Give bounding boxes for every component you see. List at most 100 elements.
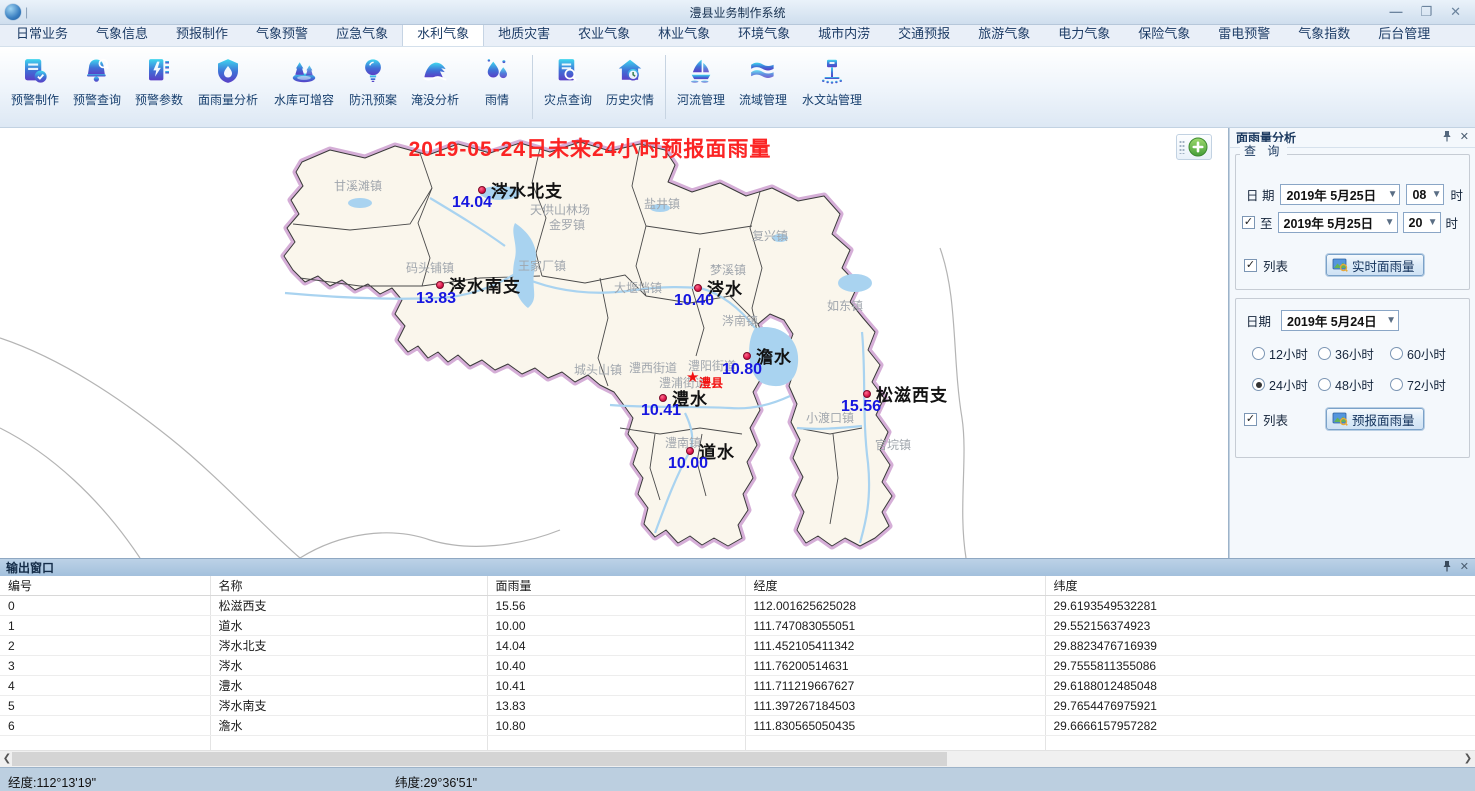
table-cell: 13.83 (487, 696, 745, 716)
start-date-label: 日 期 (1246, 185, 1274, 204)
table-cell: 澧水 (210, 676, 487, 696)
ribbon-button-doc-params[interactable]: 预警参数 (128, 53, 190, 108)
forecast-list-checkbox[interactable]: ✓ (1244, 413, 1257, 426)
realtime-rain-button[interactable]: 实时面雨量 (1326, 254, 1424, 276)
restore-icon[interactable]: ❐ (1420, 5, 1432, 19)
town-label: 盐井镇 (644, 195, 680, 212)
table-row[interactable]: 5涔水南支13.83111.39726718450329.76544769759… (0, 696, 1475, 716)
panel-close-icon[interactable]: ✕ (1460, 132, 1469, 143)
duration-radio[interactable]: 12小时 (1252, 344, 1318, 363)
title-bar: | 澧县业务制作系统 — ❐ ✕ (0, 0, 1475, 25)
table-cell: 涔水南支 (210, 696, 487, 716)
doc-search-icon (553, 56, 583, 86)
ribbon-button-reservoir[interactable]: 水库可增容 (266, 53, 342, 108)
table-row[interactable]: 4澧水10.41111.71121966762729.6188012485048 (0, 676, 1475, 696)
table-cell: 29.8823476716939 (1045, 636, 1475, 656)
ribbon-button-waves[interactable]: 流域管理 (732, 53, 794, 108)
table-cell: 涔水北支 (210, 636, 487, 656)
table-row[interactable]: 3涔水10.40111.7620051463129.7555811355086 (0, 656, 1475, 676)
start-hour-select[interactable]: 08▼ (1406, 184, 1444, 205)
duration-radio[interactable]: 36小时 (1318, 344, 1390, 363)
duration-label: 36小时 (1335, 344, 1374, 363)
table-cell: 29.6193549532281 (1045, 596, 1475, 616)
station-marker[interactable] (694, 284, 702, 292)
horizontal-scrollbar[interactable]: ❮ ❯ (0, 750, 1475, 767)
reservoir-icon (289, 56, 319, 86)
chevron-down-icon: ▼ (1429, 189, 1442, 200)
pin-icon[interactable] (1442, 560, 1452, 575)
duration-radio[interactable]: 48小时 (1318, 375, 1390, 394)
station-marker[interactable] (659, 394, 667, 402)
to-label: 至 (1260, 213, 1273, 232)
station-marker[interactable] (436, 281, 444, 289)
table-row[interactable]: 1道水10.00111.74708305505129.552156374923 (0, 616, 1475, 636)
station-marker[interactable] (478, 186, 486, 194)
table-cell: 6 (0, 716, 210, 736)
map-canvas[interactable]: 2019-05-24日未来24小时预报面雨量 甘溪滩镇盐井镇天供山林场金罗镇码头… (0, 128, 1229, 558)
scroll-right-icon[interactable]: ❯ (1461, 751, 1475, 767)
ribbon-button-label: 防汛预案 (349, 91, 397, 108)
station-marker[interactable] (743, 352, 751, 360)
status-longitude: 经度:112°13'19" (8, 772, 96, 791)
table-row[interactable]: 6澹水10.80111.83056505043529.6666157957282 (0, 716, 1475, 736)
hour-suffix-label: 时 (1446, 213, 1459, 232)
ribbon-button-history-house[interactable]: 历史灾情 (599, 53, 661, 108)
ribbon-button-doc-search[interactable]: 灾点查询 (537, 53, 599, 108)
duration-label: 24小时 (1269, 375, 1308, 394)
ribbon-button-basin-rain[interactable]: 面雨量分析 (190, 53, 266, 108)
table-cell: 道水 (210, 616, 487, 636)
zoom-in-icon[interactable] (1187, 136, 1209, 158)
ribbon-button-doc-edit[interactable]: 预警制作 (4, 53, 66, 108)
duration-radio[interactable]: 24小时 (1252, 375, 1318, 394)
table-cell: 松滋西支 (210, 596, 487, 616)
station-marker[interactable] (863, 390, 871, 398)
forecast-date-select[interactable]: 2019年 5月24日▼ (1281, 310, 1399, 331)
realtime-list-checkbox[interactable]: ✓ (1244, 259, 1257, 272)
toolbar-grip-icon[interactable] (1179, 140, 1185, 154)
forecast-rain-button[interactable]: 预报面雨量 (1326, 408, 1424, 430)
table-row[interactable]: 2涔水北支14.04111.45210541134229.88234767169… (0, 636, 1475, 656)
county-star-icon: ★ (686, 372, 699, 384)
end-date-select[interactable]: 2019年 5月25日▼ (1278, 212, 1398, 233)
ribbon-button-bell-search[interactable]: 预警查询 (66, 53, 128, 108)
table-cell: 涔水 (210, 656, 487, 676)
rain-analysis-panel: 面雨量分析 ✕ 查 询 日 期 2019年 5月25日▼ 08▼ 时 ✓ 至 2… (1229, 128, 1475, 558)
radio-circle-icon (1390, 378, 1403, 391)
scrollbar-thumb[interactable] (12, 752, 947, 766)
table-cell: 111.452105411342 (745, 636, 1045, 656)
ribbon-button-label: 预警制作 (11, 91, 59, 108)
duration-radio[interactable]: 60小时 (1390, 344, 1446, 363)
ribbon-group-separator (532, 55, 533, 119)
ribbon-button-flood-wave[interactable]: 淹没分析 (404, 53, 466, 108)
town-label: 大堰垱镇 (614, 279, 662, 296)
table-column-header: 名称 (210, 576, 487, 596)
map-chart-icon (1332, 411, 1348, 427)
town-label: 官垸镇 (875, 436, 911, 453)
table-cell: 15.56 (487, 596, 745, 616)
station-marker[interactable] (686, 447, 694, 455)
end-hour-select[interactable]: 20▼ (1403, 212, 1441, 233)
close-icon[interactable]: ✕ (1450, 5, 1461, 19)
table-row[interactable]: 0松滋西支15.56112.00162562502829.61935495322… (0, 596, 1475, 616)
station-name: 涔水南支 (449, 272, 521, 297)
ribbon-button-bulb[interactable]: 防汛预案 (342, 53, 404, 108)
minimize-icon[interactable]: — (1389, 5, 1402, 19)
pin-icon[interactable] (1442, 130, 1452, 145)
table-cell: 1 (0, 616, 210, 636)
table-cell: 111.397267184503 (745, 696, 1045, 716)
start-date-select[interactable]: 2019年 5月25日▼ (1280, 184, 1400, 205)
output-close-icon[interactable]: ✕ (1460, 562, 1469, 573)
ribbon-button-raindrops[interactable]: 雨情 (466, 53, 528, 108)
table-cell: 111.711219667627 (745, 676, 1045, 696)
ribbon-button-hydro-station[interactable]: 水文站管理 (794, 53, 870, 108)
output-window-header: 输出窗口 ✕ (0, 558, 1475, 576)
doc-params-icon (144, 56, 174, 86)
table-cell: 111.747083055051 (745, 616, 1045, 636)
duration-radio[interactable]: 72小时 (1390, 375, 1446, 394)
ribbon-toolbar: 预警制作预警查询预警参数面雨量分析水库可增容防汛预案淹没分析雨情灾点查询历史灾情… (0, 47, 1475, 128)
end-date-checkbox[interactable]: ✓ (1242, 216, 1255, 229)
table-column-header: 纬度 (1045, 576, 1475, 596)
ribbon-button-boat[interactable]: 河流管理 (670, 53, 732, 108)
duration-label: 60小时 (1407, 344, 1446, 363)
table-cell: 10.40 (487, 656, 745, 676)
